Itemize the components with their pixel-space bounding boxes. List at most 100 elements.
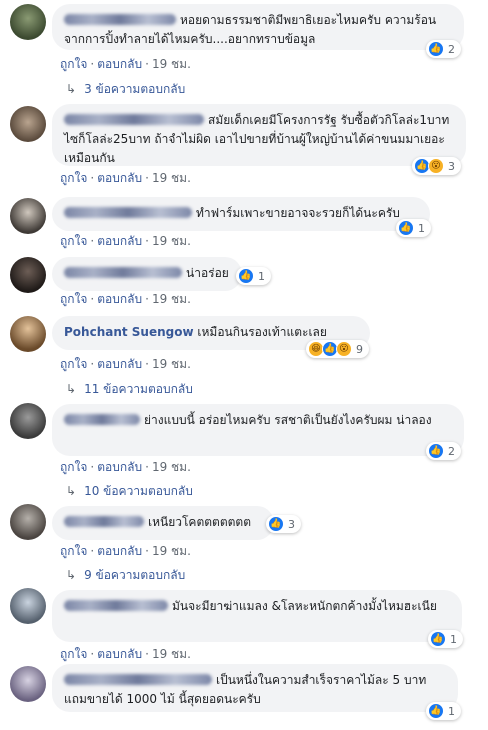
author-name-blurred[interactable] xyxy=(64,207,192,218)
avatar[interactable] xyxy=(10,666,46,702)
author-name-blurred[interactable] xyxy=(64,267,182,278)
author-name-blurred[interactable] xyxy=(64,600,168,611)
timestamp[interactable]: 19 ชม. xyxy=(152,57,191,71)
author-name[interactable]: Pohchant Suengow xyxy=(64,325,194,339)
reaction-count: 3 xyxy=(448,159,455,173)
reply-link[interactable]: ตอบกลับ xyxy=(97,234,142,248)
timestamp[interactable]: 19 ชม. xyxy=(152,234,191,248)
reaction-summary[interactable]: 👍 1 xyxy=(236,267,271,285)
comment-bubble: ย่างแบบนี้ อร่อยไหมครับ รสชาติเป็นยังไงค… xyxy=(52,404,464,456)
like-link[interactable]: ถูกใจ xyxy=(60,647,87,661)
like-link[interactable]: ถูกใจ xyxy=(60,292,87,306)
author-name-blurred[interactable] xyxy=(64,14,176,25)
reaction-summary[interactable]: 👍 1 xyxy=(428,630,463,648)
like-link[interactable]: ถูกใจ xyxy=(60,357,87,371)
reply-link[interactable]: ตอบกลับ xyxy=(97,357,142,371)
like-link[interactable]: ถูกใจ xyxy=(60,544,87,558)
timestamp[interactable]: 19 ชม. xyxy=(152,171,191,185)
separator: · xyxy=(145,647,149,661)
separator: · xyxy=(90,57,95,71)
comment-actions: ถูกใจ · ตอบกลับ · 19 ชม. xyxy=(60,232,191,251)
timestamp[interactable]: 19 ชม. xyxy=(152,357,191,371)
reaction-count: 1 xyxy=(258,269,265,283)
view-replies-link[interactable]: ↳ 3 ข้อความตอบกลับ xyxy=(66,80,185,99)
reaction-count: 1 xyxy=(448,704,455,718)
comment-actions: ถูกใจ · ตอบกลับ · 19 ชม. xyxy=(60,355,191,374)
like-link[interactable]: ถูกใจ xyxy=(60,460,87,474)
reply-link[interactable]: ตอบกลับ xyxy=(97,544,142,558)
replies-count-label: 9 ข้อความตอบกลับ xyxy=(84,568,186,582)
like-link[interactable]: ถูกใจ xyxy=(60,234,87,248)
avatar[interactable] xyxy=(10,316,46,352)
reaction-count: 9 xyxy=(356,342,363,356)
separator: · xyxy=(145,234,149,248)
like-link[interactable]: ถูกใจ xyxy=(60,171,87,185)
avatar[interactable] xyxy=(10,4,46,40)
reaction-summary[interactable]: 👍 😮 3 xyxy=(412,157,461,175)
thumbs-up-icon: 👍 xyxy=(428,703,444,719)
reaction-count: 2 xyxy=(448,444,455,458)
comment-text: เหมือนกินรองเท้าแตะเลย xyxy=(197,325,327,339)
separator: · xyxy=(90,460,95,474)
comment-bubble: เหนียวโคตตตตตตต xyxy=(52,506,274,540)
thumbs-up-icon: 👍 xyxy=(238,268,254,284)
avatar[interactable] xyxy=(10,588,46,624)
separator: · xyxy=(90,234,95,248)
reply-arrow-icon: ↳ xyxy=(66,82,77,96)
reply-link[interactable]: ตอบกลับ xyxy=(97,57,142,71)
reply-arrow-icon: ↳ xyxy=(66,484,77,498)
comment-actions: ถูกใจ · ตอบกลับ · 19 ชม. xyxy=(60,645,191,664)
reaction-summary[interactable]: 👍 1 xyxy=(426,702,461,720)
timestamp[interactable]: 19 ชม. xyxy=(152,460,191,474)
comment-actions: ถูกใจ · ตอบกลับ · 19 ชม. xyxy=(60,55,191,74)
avatar[interactable] xyxy=(10,198,46,234)
separator: · xyxy=(145,292,149,306)
thumbs-up-icon: 👍 xyxy=(428,41,444,57)
timestamp[interactable]: 19 ชม. xyxy=(152,647,191,661)
timestamp[interactable]: 19 ชม. xyxy=(152,292,191,306)
comment-text: ย่างแบบนี้ อร่อยไหมครับ รสชาติเป็นยังไงค… xyxy=(144,413,432,427)
avatar[interactable] xyxy=(10,504,46,540)
timestamp[interactable]: 19 ชม. xyxy=(152,544,191,558)
avatar[interactable] xyxy=(10,106,46,142)
reaction-summary[interactable]: 👍 2 xyxy=(426,442,461,460)
avatar[interactable] xyxy=(10,403,46,439)
reply-link[interactable]: ตอบกลับ xyxy=(97,647,142,661)
view-replies-link[interactable]: ↳ 9 ข้อความตอบกลับ xyxy=(66,566,185,585)
reaction-summary[interactable]: 👍 1 xyxy=(396,219,431,237)
comment-bubble: น่าอร่อย xyxy=(52,257,242,291)
comment-bubble: เป็นหนึ่งในความสำเร็จราคาไม้ละ 5 บาท แถม… xyxy=(52,664,458,712)
reaction-summary[interactable]: 👍 2 xyxy=(426,40,461,58)
reaction-count: 1 xyxy=(418,221,425,235)
wow-icon: 😮 xyxy=(428,158,444,174)
comment-bubble: หอยดามธรรมชาติมีพยาธิเยอะไหมครับ ความร้อ… xyxy=(52,4,464,50)
separator: · xyxy=(145,171,149,185)
reply-link[interactable]: ตอบกลับ xyxy=(97,171,142,185)
view-replies-link[interactable]: ↳ 10 ข้อความตอบกลับ xyxy=(66,482,193,501)
separator: · xyxy=(90,544,95,558)
replies-count-label: 3 ข้อความตอบกลับ xyxy=(84,82,186,96)
reaction-summary[interactable]: 😆 👍 😮 9 xyxy=(306,340,369,358)
separator: · xyxy=(90,647,95,661)
view-replies-link[interactable]: ↳ 11 ข้อความตอบกลับ xyxy=(66,380,193,399)
reaction-count: 2 xyxy=(448,42,455,56)
comment-bubble: มันจะมียาฆ่าแมลง &โลหะหนักตกค้างมั้งไหมฮ… xyxy=(52,590,462,642)
reaction-summary[interactable]: 👍 3 xyxy=(266,515,301,533)
separator: · xyxy=(90,357,95,371)
reply-arrow-icon: ↳ xyxy=(66,382,77,396)
separator: · xyxy=(90,292,95,306)
comment-actions: ถูกใจ · ตอบกลับ · 19 ชม. xyxy=(60,169,191,188)
author-name-blurred[interactable] xyxy=(64,516,144,527)
author-name-blurred[interactable] xyxy=(64,674,212,685)
wow-icon: 😮 xyxy=(336,341,352,357)
thumbs-up-icon: 👍 xyxy=(398,220,414,236)
reply-link[interactable]: ตอบกลับ xyxy=(97,460,142,474)
thumbs-up-icon: 👍 xyxy=(428,443,444,459)
separator: · xyxy=(145,57,149,71)
separator: · xyxy=(145,357,149,371)
author-name-blurred[interactable] xyxy=(64,414,140,425)
author-name-blurred[interactable] xyxy=(64,114,204,125)
reply-link[interactable]: ตอบกลับ xyxy=(97,292,142,306)
avatar[interactable] xyxy=(10,257,46,293)
like-link[interactable]: ถูกใจ xyxy=(60,57,87,71)
